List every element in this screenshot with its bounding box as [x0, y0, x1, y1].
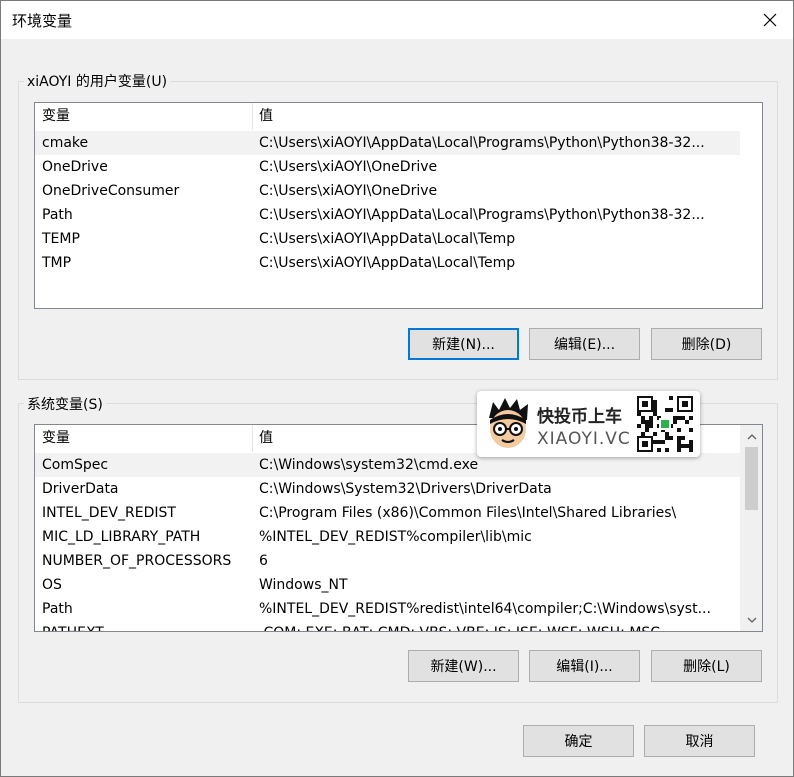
variable-value-cell: 6 — [259, 553, 268, 569]
ok-button[interactable]: 确定 — [523, 725, 634, 757]
column-header-value[interactable]: 值 — [253, 103, 733, 130]
close-icon — [763, 13, 777, 27]
table-row[interactable]: TMP C:\Users\xiAOYI\AppData\Local\Temp — [35, 251, 740, 275]
user-variables-label: xiAOYI 的用户变量(U) — [24, 71, 171, 91]
variable-name-cell: DriverData — [42, 481, 119, 497]
table-row[interactable]: TEMP C:\Users\xiAOYI\AppData\Local\Temp — [35, 227, 740, 251]
table-row[interactable]: MIC_LD_LIBRARY_PATH %INTEL_DEV_REDIST%com… — [35, 525, 740, 549]
table-row[interactable]: INTEL_DEV_REDIST C:\Program Files (x86)\C… — [35, 501, 740, 525]
variable-value-cell: C:\Users\xiAOYI\OneDrive — [259, 183, 438, 199]
system-edit-button[interactable]: 编辑(I)... — [529, 650, 640, 682]
variable-name-cell: OneDriveConsumer — [42, 183, 180, 199]
user-edit-button[interactable]: 编辑(E)... — [529, 328, 640, 360]
variable-value-cell: %INTEL_DEV_REDIST%redist\intel64\compile… — [259, 601, 711, 617]
chevron-down-icon — [747, 617, 756, 623]
column-header-variable[interactable]: 变量 — [36, 103, 252, 130]
cancel-button[interactable]: 取消 — [644, 725, 755, 757]
variable-value-cell: .COM;.EXE;.BAT;.CMD;.VBS;.VBE;.JS;.JSE;.… — [259, 621, 740, 631]
scroll-up-button[interactable] — [743, 428, 760, 445]
scroll-down-button[interactable] — [743, 611, 760, 628]
chevron-up-icon — [747, 433, 756, 439]
vertical-scrollbar[interactable] — [740, 425, 762, 631]
variable-value-cell: C:\Users\xiAOYI\AppData\Local\Programs\P… — [259, 135, 705, 151]
table-row[interactable]: Path C:\Users\xiAOYI\AppData\Local\Progra… — [35, 203, 740, 227]
window-title: 环境变量 — [12, 12, 73, 30]
variable-value-cell: C:\Users\xiAOYI\AppData\Local\Temp — [259, 255, 516, 271]
watermark-brand: 快投币上车 — [537, 407, 622, 427]
watermark-site: XIAOYI.VC — [537, 429, 631, 449]
variable-name-cell: OS — [42, 577, 62, 593]
list-header: 变量 值 — [35, 103, 762, 130]
variable-value-cell: C:\Windows\System32\Drivers\DriverData — [259, 481, 552, 497]
variable-value-cell: C:\Users\xiAOYI\OneDrive — [259, 159, 438, 175]
variable-value-cell: Windows_NT — [259, 577, 348, 593]
title-bar: 环境变量 — [1, 1, 793, 39]
system-delete-button[interactable]: 删除(L) — [651, 650, 762, 682]
table-row[interactable]: OS Windows_NT — [35, 573, 740, 597]
cartoon-face-icon — [489, 398, 528, 448]
variable-value-cell: %INTEL_DEV_REDIST%compiler\lib\mic — [259, 529, 532, 545]
variable-name-cell: ComSpec — [42, 457, 109, 473]
variable-value-cell: C:\Users\xiAOYI\AppData\Local\Temp — [259, 231, 516, 247]
variable-name-cell: NUMBER_OF_PROCESSORS — [42, 553, 232, 569]
scroll-thumb[interactable] — [745, 447, 758, 510]
system-variables-label: 系统变量(S) — [24, 394, 106, 414]
variable-name-cell: TEMP — [42, 231, 80, 247]
close-button[interactable] — [747, 1, 793, 39]
user-delete-button[interactable]: 删除(D) — [651, 328, 762, 360]
table-row[interactable]: OneDriveConsumer C:\Users\xiAOYI\OneDrive — [35, 179, 740, 203]
variable-name-cell: Path — [42, 601, 73, 617]
variable-name-cell: OneDrive — [42, 159, 108, 175]
environment-variables-dialog: 环境变量 xiAOYI 的用户变量(U) 变量 值 cmake C:\Users\… — [0, 0, 794, 777]
variable-value-cell: C:\Program Files (x86)\Common Files\Inte… — [259, 505, 677, 521]
qr-code-icon — [637, 396, 693, 452]
watermark-badge: 快投币上车 XIAOYI.VC — [477, 391, 700, 457]
variable-name-cell: INTEL_DEV_REDIST — [42, 505, 176, 521]
table-row[interactable]: Path %INTEL_DEV_REDIST%redist\intel64\com… — [35, 597, 740, 621]
table-row[interactable]: PATHEXT .COM;.EXE;.BAT;.CMD;.VBS;.VBE;.JS… — [35, 621, 740, 631]
variable-name-cell: MIC_LD_LIBRARY_PATH — [42, 529, 201, 545]
system-new-button[interactable]: 新建(W)... — [408, 650, 519, 682]
table-row[interactable]: OneDrive C:\Users\xiAOYI\OneDrive — [35, 155, 740, 179]
user-new-button[interactable]: 新建(N)... — [408, 328, 519, 360]
table-row[interactable]: DriverData C:\Windows\System32\Drivers\Dr… — [35, 477, 740, 501]
table-row[interactable]: NUMBER_OF_PROCESSORS 6 — [35, 549, 740, 573]
variable-value-cell: C:\Users\xiAOYI\AppData\Local\Programs\P… — [259, 207, 705, 223]
variable-name-cell: Path — [42, 207, 73, 223]
variable-name-cell: PATHEXT — [42, 621, 252, 631]
user-variables-list[interactable]: 变量 值 cmake C:\Users\xiAOYI\AppData\Local\… — [34, 102, 763, 309]
variable-name-cell: cmake — [42, 135, 89, 151]
column-header-variable[interactable]: 变量 — [36, 425, 252, 452]
variable-name-cell: TMP — [42, 255, 72, 271]
table-row[interactable]: cmake C:\Users\xiAOYI\AppData\Local\Progr… — [35, 131, 740, 155]
